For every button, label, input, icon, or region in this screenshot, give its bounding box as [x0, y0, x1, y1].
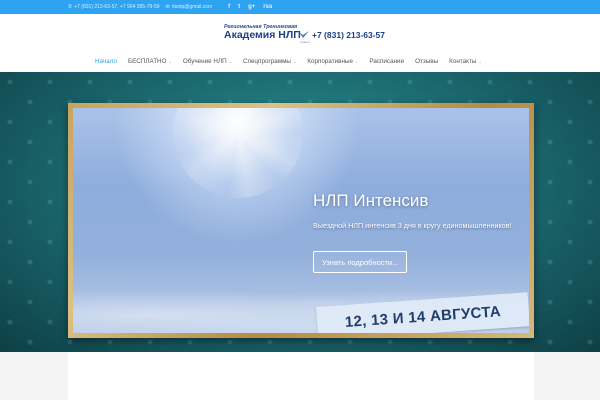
chevron-down-icon: ⌄ [478, 58, 482, 64]
social-links: f t g+ rss [228, 4, 272, 10]
main-nav: Начало БЕСПЛАТНО ⌄ Обучение НЛП ⌄ Спецпр… [95, 55, 493, 67]
site-logo[interactable]: Региональная Тренинговая Академия НЛП +7… [224, 24, 386, 46]
slide-subtitle: Выездной НЛП интенсив 3 дня в кругу един… [313, 221, 512, 230]
bird-logo-icon [299, 31, 309, 38]
top-phones[interactable]: ✆ +7 (831) 213-63-57, +7 904 395-79-59 [68, 4, 160, 10]
nav-label: Обучение НЛП [182, 57, 227, 65]
logo-big-text: Академия НЛП [224, 29, 301, 41]
phone-icon: ✆ [68, 4, 73, 10]
learn-more-button[interactable]: Узнать подробности... [313, 251, 408, 273]
top-phones-text: +7 (831) 213-63-57, +7 904 395-79-59 [74, 4, 160, 10]
top-email[interactable]: ✉ rtanlp@gmail.com [166, 4, 213, 10]
content-area [0, 352, 600, 400]
nav-label: Начало [95, 57, 117, 65]
facebook-icon[interactable]: f [228, 4, 230, 10]
rss-icon[interactable]: rss [263, 4, 272, 10]
content-card [68, 352, 534, 400]
chevron-down-icon: ⌄ [228, 58, 232, 64]
twitter-icon[interactable]: t [238, 4, 240, 10]
top-bar: ✆ +7 (831) 213-63-57, +7 904 395-79-59 ✉… [0, 0, 600, 14]
logo-phone: +7 (831) 213-63-57 [312, 30, 386, 40]
site-header: Региональная Тренинговая Академия НЛП +7… [0, 14, 600, 72]
sun-rays [173, 108, 303, 198]
google-plus-icon[interactable]: g+ [248, 4, 255, 10]
nav-label: БЕСПЛАТНО [127, 57, 167, 65]
nav-item-reviews[interactable]: Отзывы [415, 55, 438, 67]
nav-item-corporate[interactable]: Корпоративные ⌄ [307, 55, 358, 67]
nav-item-schedule[interactable]: Расписание [369, 55, 404, 67]
nav-label: Расписание [369, 57, 405, 65]
nav-item-home[interactable]: Начало [95, 55, 117, 67]
nav-label: Спецпрограммы [242, 57, 291, 65]
nav-label: Корпоративные [307, 57, 353, 65]
hero-slider: НЛП Интенсив Выездной НЛП интенсив 3 дня… [0, 72, 600, 352]
slide-image: НЛП Интенсив Выездной НЛП интенсив 3 дня… [73, 108, 529, 333]
top-email-text: rtanlp@gmail.com [171, 4, 213, 10]
slide-title: НЛП Интенсив [313, 191, 429, 210]
wooden-frame: НЛП Интенсив Выездной НЛП интенсив 3 дня… [68, 103, 534, 338]
nav-label: Контакты [449, 57, 477, 65]
chevron-down-icon: ⌄ [168, 58, 172, 64]
nav-label: Отзывы [415, 57, 439, 65]
nav-item-special-programs[interactable]: Спецпрограммы ⌄ [243, 55, 296, 67]
nav-item-contacts[interactable]: Контакты ⌄ [449, 55, 482, 67]
nav-item-free[interactable]: БЕСПЛАТНО ⌄ [128, 55, 172, 67]
logo-caption: ртанлп [300, 40, 310, 44]
date-banner-text: 12, 13 И 14 АВГУСТА [344, 302, 502, 331]
chevron-down-icon: ⌄ [292, 58, 297, 64]
envelope-icon: ✉ [165, 4, 170, 10]
chevron-down-icon: ⌄ [355, 58, 359, 64]
nav-item-nlp-training[interactable]: Обучение НЛП ⌄ [183, 55, 232, 67]
